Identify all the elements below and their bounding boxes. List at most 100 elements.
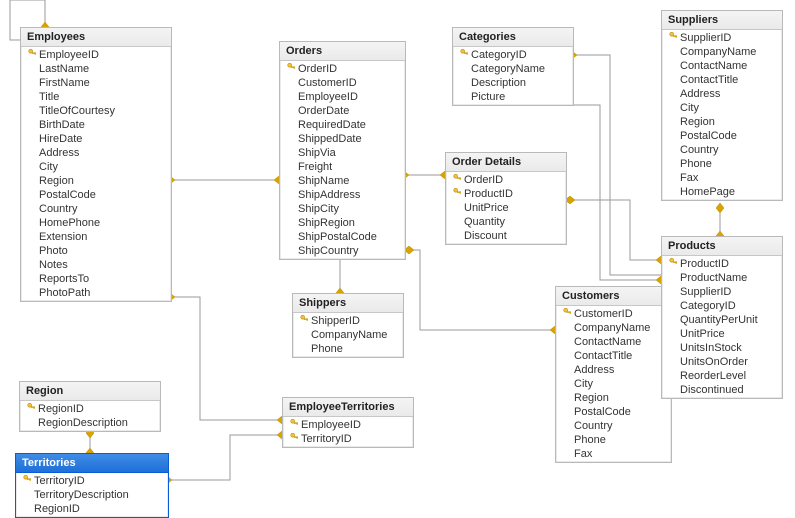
column[interactable]: ShipCity xyxy=(280,202,405,216)
column[interactable]: CompanyName xyxy=(293,328,403,342)
column[interactable]: SupplierID xyxy=(662,285,782,299)
column[interactable]: City xyxy=(662,101,782,115)
column[interactable]: Country xyxy=(662,143,782,157)
column[interactable]: ShipAddress xyxy=(280,188,405,202)
column[interactable]: UnitsOnOrder xyxy=(662,355,782,369)
column[interactable]: PostalCode xyxy=(21,188,171,202)
entity-title[interactable]: Region xyxy=(20,382,160,401)
column[interactable]: ShipperID xyxy=(293,314,403,328)
entity-employeeterritories[interactable]: EmployeeTerritoriesEmployeeIDTerritoryID xyxy=(282,397,414,448)
column[interactable]: EmployeeID xyxy=(21,48,171,62)
column[interactable]: ShippedDate xyxy=(280,132,405,146)
entity-territories[interactable]: TerritoriesTerritoryIDTerritoryDescripti… xyxy=(15,453,169,518)
column[interactable]: RequiredDate xyxy=(280,118,405,132)
column[interactable]: ContactTitle xyxy=(556,349,671,363)
column[interactable]: CustomerID xyxy=(556,307,671,321)
column[interactable]: HomePage xyxy=(662,185,782,199)
entity-title[interactable]: Suppliers xyxy=(662,11,782,30)
column[interactable]: CategoryName xyxy=(453,62,573,76)
entity-title[interactable]: Shippers xyxy=(293,294,403,313)
entity-title[interactable]: Products xyxy=(662,237,782,256)
column[interactable]: FirstName xyxy=(21,76,171,90)
column[interactable]: TitleOfCourtesy xyxy=(21,104,171,118)
entity-categories[interactable]: CategoriesCategoryIDCategoryNameDescript… xyxy=(452,27,574,106)
column[interactable]: Fax xyxy=(556,447,671,461)
column[interactable]: ShipRegion xyxy=(280,216,405,230)
column[interactable]: Fax xyxy=(662,171,782,185)
entity-customers[interactable]: CustomersCustomerIDCompanyNameContactNam… xyxy=(555,286,672,463)
column[interactable]: HomePhone xyxy=(21,216,171,230)
column[interactable]: LastName xyxy=(21,62,171,76)
column[interactable]: HireDate xyxy=(21,132,171,146)
column[interactable]: ShipPostalCode xyxy=(280,230,405,244)
column[interactable]: CustomerID xyxy=(280,76,405,90)
column[interactable]: ContactName xyxy=(662,59,782,73)
column[interactable]: QuantityPerUnit xyxy=(662,313,782,327)
column[interactable]: Region xyxy=(556,391,671,405)
entity-shippers[interactable]: ShippersShipperIDCompanyNamePhone xyxy=(292,293,404,358)
column[interactable]: Country xyxy=(21,202,171,216)
entity-region[interactable]: RegionRegionIDRegionDescription xyxy=(19,381,161,432)
column[interactable]: RegionDescription xyxy=(20,416,160,430)
column[interactable]: ProductID xyxy=(662,257,782,271)
column[interactable]: Title xyxy=(21,90,171,104)
column[interactable]: UnitsInStock xyxy=(662,341,782,355)
column[interactable]: Phone xyxy=(662,157,782,171)
column[interactable]: Region xyxy=(662,115,782,129)
column[interactable]: TerritoryID xyxy=(16,474,168,488)
column[interactable]: ProductName xyxy=(662,271,782,285)
column[interactable]: PostalCode xyxy=(556,405,671,419)
column[interactable]: Notes xyxy=(21,258,171,272)
column[interactable]: TerritoryDescription xyxy=(16,488,168,502)
column[interactable]: ShipName xyxy=(280,174,405,188)
column[interactable]: Phone xyxy=(556,433,671,447)
entity-suppliers[interactable]: SuppliersSupplierIDCompanyNameContactNam… xyxy=(661,10,783,201)
column[interactable]: OrderID xyxy=(280,62,405,76)
column[interactable]: SupplierID xyxy=(662,31,782,45)
entity-title[interactable]: EmployeeTerritories xyxy=(283,398,413,417)
column[interactable]: TerritoryID xyxy=(283,432,413,446)
column[interactable]: ContactTitle xyxy=(662,73,782,87)
column[interactable]: ProductID xyxy=(446,187,566,201)
column[interactable]: OrderDate xyxy=(280,104,405,118)
column[interactable]: City xyxy=(556,377,671,391)
entity-title[interactable]: Orders xyxy=(280,42,405,61)
column[interactable]: Photo xyxy=(21,244,171,258)
column[interactable]: City xyxy=(21,160,171,174)
column[interactable]: Region xyxy=(21,174,171,188)
column[interactable]: Country xyxy=(556,419,671,433)
column[interactable]: Address xyxy=(21,146,171,160)
column[interactable]: ContactName xyxy=(556,335,671,349)
column[interactable]: ReorderLevel xyxy=(662,369,782,383)
column[interactable]: EmployeeID xyxy=(283,418,413,432)
column[interactable]: CategoryID xyxy=(453,48,573,62)
column[interactable]: UnitPrice xyxy=(662,327,782,341)
entity-title[interactable]: Employees xyxy=(21,28,171,47)
entity-title[interactable]: Order Details xyxy=(446,153,566,172)
column[interactable]: ShipCountry xyxy=(280,244,405,258)
column[interactable]: Description xyxy=(453,76,573,90)
column[interactable]: Discount xyxy=(446,229,566,243)
column[interactable]: CompanyName xyxy=(662,45,782,59)
entity-title[interactable]: Customers xyxy=(556,287,671,306)
column[interactable]: Freight xyxy=(280,160,405,174)
column[interactable]: Phone xyxy=(293,342,403,356)
entity-orders[interactable]: OrdersOrderIDCustomerIDEmployeeIDOrderDa… xyxy=(279,41,406,260)
column[interactable]: PostalCode xyxy=(662,129,782,143)
column[interactable]: OrderID xyxy=(446,173,566,187)
column[interactable]: BirthDate xyxy=(21,118,171,132)
column[interactable]: ReportsTo xyxy=(21,272,171,286)
column[interactable]: Picture xyxy=(453,90,573,104)
column[interactable]: Quantity xyxy=(446,215,566,229)
entity-employees[interactable]: EmployeesEmployeeIDLastNameFirstNameTitl… xyxy=(20,27,172,302)
column[interactable]: Discontinued xyxy=(662,383,782,397)
entity-orderdetails[interactable]: Order DetailsOrderIDProductIDUnitPriceQu… xyxy=(445,152,567,245)
entity-title[interactable]: Categories xyxy=(453,28,573,47)
column[interactable]: PhotoPath xyxy=(21,286,171,300)
diagram-canvas[interactable]: { "tables": { "employees": { "title": "E… xyxy=(0,0,795,517)
column[interactable]: RegionID xyxy=(20,402,160,416)
entity-products[interactable]: ProductsProductIDProductNameSupplierIDCa… xyxy=(661,236,783,399)
column[interactable]: ShipVia xyxy=(280,146,405,160)
column[interactable]: EmployeeID xyxy=(280,90,405,104)
column[interactable]: Address xyxy=(662,87,782,101)
